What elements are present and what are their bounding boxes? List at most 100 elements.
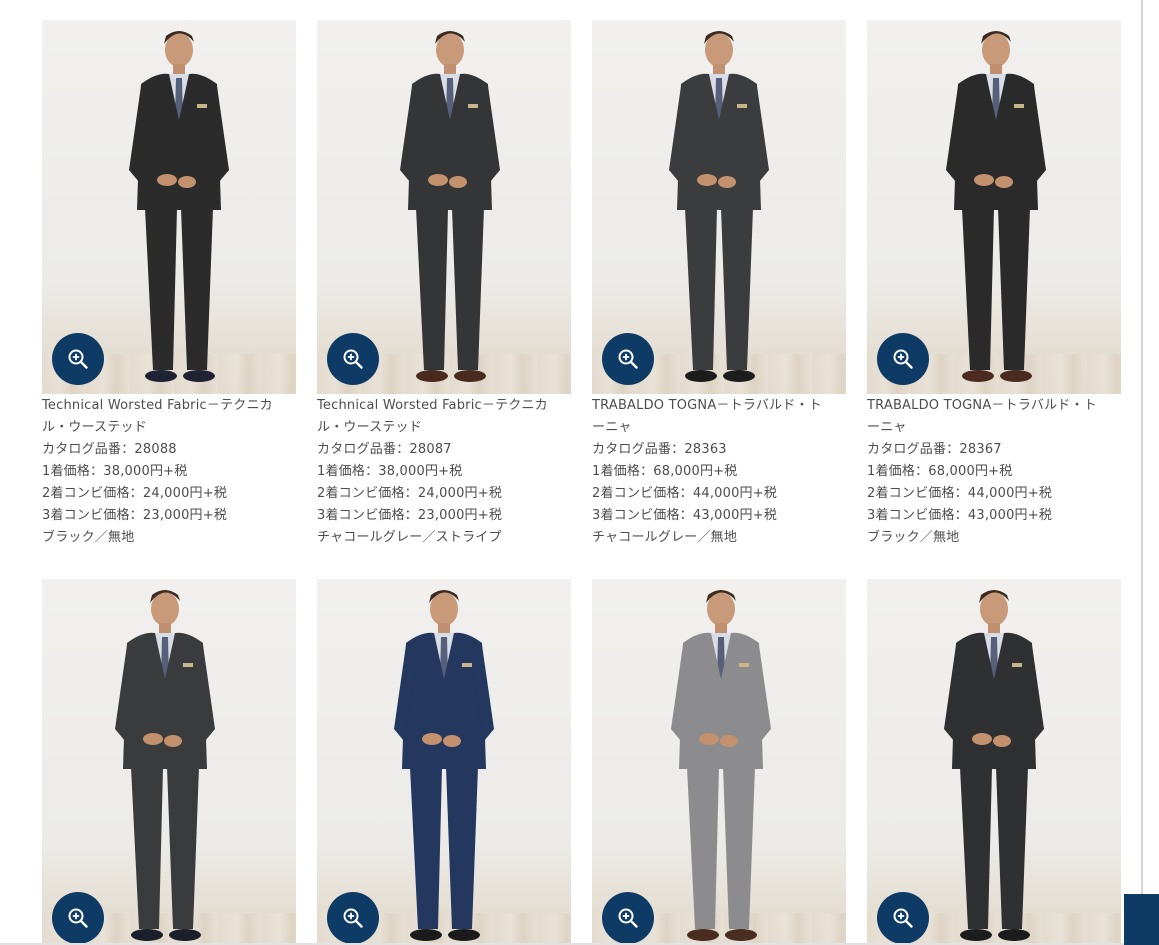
model-hand [428,174,448,186]
zoom-button[interactable] [52,333,104,385]
price-single: 1着価格：68,000円+税 [867,464,1013,479]
model-hand [972,733,992,745]
price-two-combo: 2着コンビ価格：24,000円+税 [42,486,228,501]
product-grid: Technical Worsted Fabric－テクニカル・ウーステッド カタ… [42,20,1121,945]
model-hand [720,735,738,747]
model-pocket-square [1014,104,1024,108]
model-hand [143,733,163,745]
model-hand [164,735,182,747]
catalog-number: カタログ品番：28088 [42,442,177,457]
model-hand [178,176,196,188]
catalog-number: カタログ品番：28367 [867,442,1002,457]
model-pocket-square [468,104,478,108]
product-card[interactable]: TRABALDO TOGNA－トラバルド・トーニャ カタログ品番：28367 1… [867,20,1121,549]
model-right-leg [167,767,199,929]
floating-corner-button[interactable] [1124,894,1159,945]
model-hand [443,735,461,747]
model-shoe [1000,370,1032,382]
price-two-combo: 2着コンビ価格：24,000円+税 [317,486,503,501]
zoom-button[interactable] [327,333,379,385]
model-right-leg [723,767,755,929]
product-photo[interactable] [867,579,1121,945]
model-hand [697,174,717,186]
model-figure [671,590,771,941]
product-title[interactable]: Technical Worsted Fabric－テクニカル・ウーステッド [42,395,296,439]
product-photo[interactable] [317,20,571,394]
product-card[interactable] [42,579,296,945]
model-hand [995,176,1013,188]
model-shoe [416,370,448,382]
color-pattern: ブラック／無地 [867,530,960,545]
product-caption: Technical Worsted Fabric－テクニカル・ウーステッド カタ… [317,395,571,549]
product-card[interactable]: TRABALDO TOGNA－トラバルド・トーニャ カタログ品番：28363 1… [592,20,846,549]
product-photo[interactable] [42,20,296,394]
product-card[interactable]: Technical Worsted Fabric－テクニカル・ウーステッド カタ… [42,20,296,549]
color-pattern: チャコールグレー／無地 [592,530,738,545]
model-right-leg [446,767,478,929]
price-three-combo: 3着コンビ価格：43,000円+税 [592,508,778,523]
zoom-in-icon [343,908,363,928]
product-photo[interactable] [317,579,571,945]
zoom-button[interactable] [52,892,104,944]
model-shoe [410,929,442,941]
product-photo[interactable] [867,20,1121,394]
zoom-in-icon [618,349,638,369]
model-right-leg [996,767,1028,929]
model-pocket-square [1012,663,1022,667]
zoom-button[interactable] [602,892,654,944]
product-photo[interactable] [592,20,846,394]
product-caption: Technical Worsted Fabric－テクニカル・ウーステッド カタ… [42,395,296,549]
model-figure [944,590,1044,941]
model-shoe [723,370,755,382]
price-single: 1着価格：38,000円+税 [42,464,188,479]
page-scroll-rail [1141,0,1143,945]
model-hand [699,733,719,745]
model-right-leg [452,208,484,370]
zoom-button[interactable] [877,892,929,944]
model-left-leg [687,767,719,929]
zoom-in-icon [68,349,88,369]
price-two-combo: 2着コンビ価格：44,000円+税 [592,486,778,501]
model-hand [449,176,467,188]
product-photo[interactable] [592,579,846,945]
zoom-in-icon [893,349,913,369]
catalog-number: カタログ品番：28363 [592,442,727,457]
model-right-leg [998,208,1030,370]
price-three-combo: 3着コンビ価格：23,000円+税 [317,508,503,523]
model-pocket-square [462,663,472,667]
model-pocket-square [737,104,747,108]
zoom-button[interactable] [602,333,654,385]
model-shoe [145,370,177,382]
price-single: 1着価格：38,000円+税 [317,464,463,479]
product-title[interactable]: TRABALDO TOGNA－トラバルド・トーニャ [592,395,846,439]
model-figure [394,590,494,941]
zoom-button[interactable] [877,333,929,385]
model-right-leg [181,208,213,370]
model-pocket-square [183,663,193,667]
product-card[interactable] [867,579,1121,945]
product-card[interactable] [592,579,846,945]
product-card[interactable] [317,579,571,945]
zoom-in-icon [618,908,638,928]
product-photo[interactable] [42,579,296,945]
model-left-leg [685,208,717,370]
price-single: 1着価格：68,000円+税 [592,464,738,479]
model-hand [993,735,1011,747]
product-title[interactable]: TRABALDO TOGNA－トラバルド・トーニャ [867,395,1121,439]
model-figure [115,590,215,941]
model-shoe [998,929,1030,941]
model-left-leg [960,767,992,929]
product-caption: TRABALDO TOGNA－トラバルド・トーニャ カタログ品番：28367 1… [867,395,1121,549]
model-shoe [131,929,163,941]
zoom-button[interactable] [327,892,379,944]
product-card[interactable]: Technical Worsted Fabric－テクニカル・ウーステッド カタ… [317,20,571,549]
product-title[interactable]: Technical Worsted Fabric－テクニカル・ウーステッド [317,395,571,439]
model-hand [157,174,177,186]
model-shoe [454,370,486,382]
color-pattern: チャコールグレー／ストライプ [317,530,502,545]
model-shoe [685,370,717,382]
model-shoe [960,929,992,941]
model-right-leg [721,208,753,370]
model-shoe [687,929,719,941]
model-left-leg [145,208,177,370]
